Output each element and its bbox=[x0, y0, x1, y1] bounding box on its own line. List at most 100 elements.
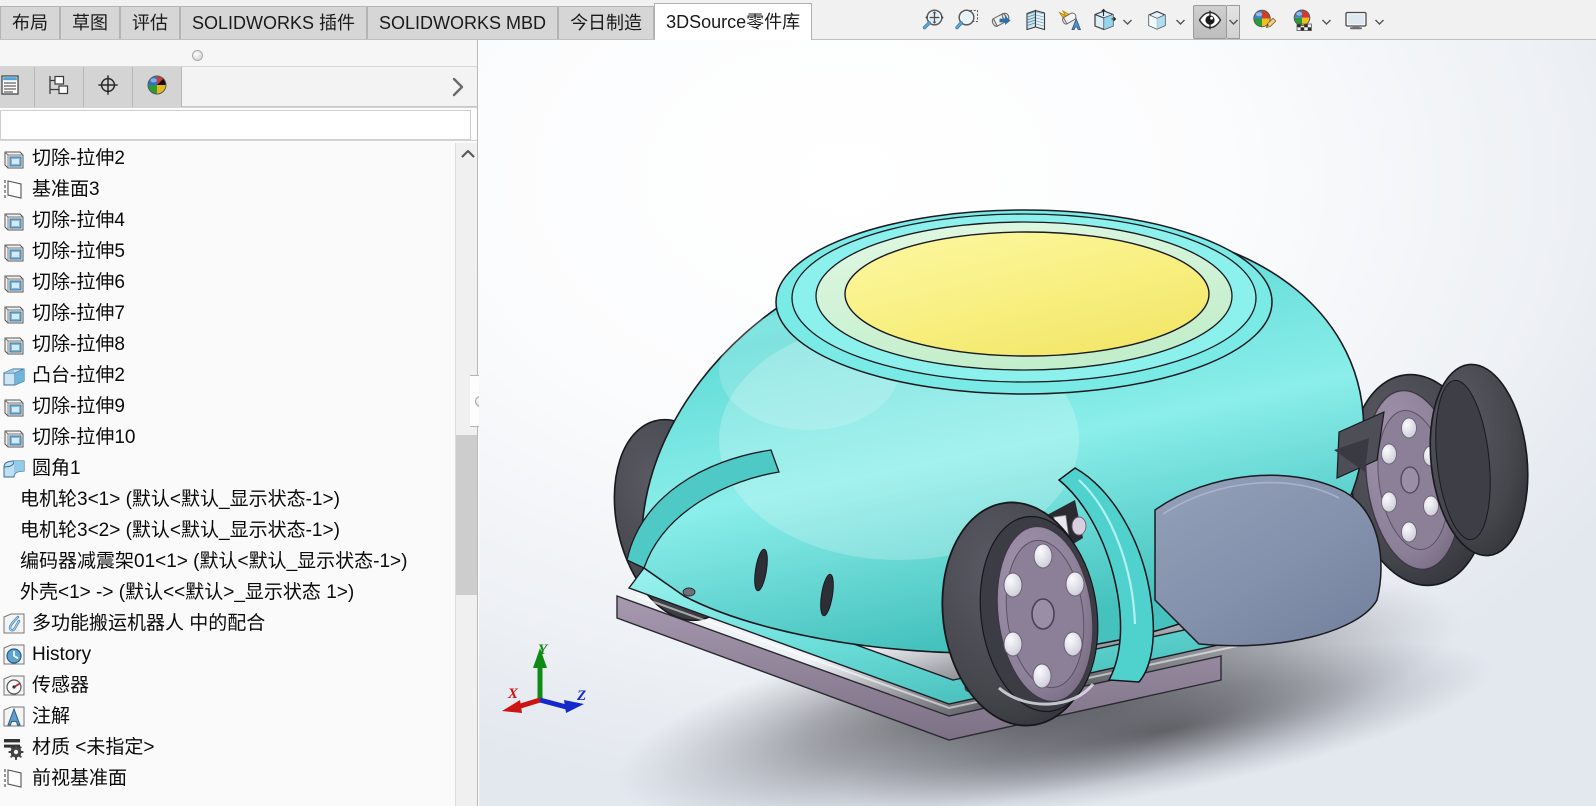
display-style-dropdown[interactable] bbox=[1174, 5, 1187, 39]
configuration-manager-icon bbox=[95, 72, 121, 103]
tree-item[interactable]: 基准面3 bbox=[0, 174, 455, 205]
tree-item[interactable]: 圆角1 bbox=[0, 453, 455, 484]
tree-item-label: 切除-拉伸10 bbox=[32, 426, 136, 448]
component-icon bbox=[0, 518, 16, 544]
tree-item[interactable]: 多功能搬运机器人 中的配合 bbox=[0, 608, 455, 639]
tree-item[interactable]: 切除-拉伸2 bbox=[0, 143, 455, 174]
feature-manager-tabstrip bbox=[0, 67, 477, 107]
hide-show-items-dropdown[interactable] bbox=[1227, 5, 1240, 39]
ribbon-tab-3[interactable]: SOLIDWORKS 插件 bbox=[180, 6, 368, 40]
tree-item[interactable]: 切除-拉伸8 bbox=[0, 329, 455, 360]
tree-item[interactable]: 切除-拉伸9 bbox=[0, 391, 455, 422]
ribbon-tab-1[interactable]: 草图 bbox=[60, 6, 120, 40]
ribbon-tab-bar: 布局 草图 评估 SOLIDWORKS 插件 SOLIDWORKS MBD 今日制造 3DS… bbox=[0, 0, 1596, 40]
component-icon bbox=[0, 487, 16, 513]
display-manager-tab[interactable] bbox=[133, 67, 182, 107]
section-view-button[interactable] bbox=[1019, 5, 1053, 39]
zoom-to-fit-button[interactable] bbox=[917, 5, 951, 39]
tree-item[interactable]: 切除-拉伸7 bbox=[0, 298, 455, 329]
tree-item[interactable]: 前视基准面 bbox=[0, 763, 455, 794]
tree-item[interactable]: 凸台-拉伸2 bbox=[0, 360, 455, 391]
tree-item[interactable]: 切除-拉伸4 bbox=[0, 205, 455, 236]
ribbon-tab-list: 布局 草图 评估 SOLIDWORKS 插件 SOLIDWORKS MBD 今日制造 3DS… bbox=[0, 3, 813, 40]
apply-scene-dropdown[interactable] bbox=[1320, 5, 1333, 39]
tree-item-label: 外壳<1> -> (默认<<默认>_显示状态 1>) bbox=[20, 581, 355, 603]
view-orientation-dropdown[interactable] bbox=[1121, 5, 1134, 39]
side-access-panel bbox=[1154, 474, 1382, 647]
zoom-to-area-button[interactable] bbox=[951, 5, 985, 39]
mates-icon bbox=[0, 611, 28, 637]
hide-show-items-button[interactable] bbox=[1193, 5, 1227, 39]
scrollbar-thumb[interactable] bbox=[456, 435, 477, 595]
view-orientation-button[interactable] bbox=[1087, 5, 1121, 39]
design-tree-tab[interactable] bbox=[0, 67, 35, 107]
configuration-manager-tab[interactable] bbox=[84, 67, 133, 107]
expand-panel-button[interactable] bbox=[450, 67, 466, 107]
view-orientation-icon bbox=[1091, 7, 1117, 38]
zoom-to-fit-icon bbox=[921, 7, 947, 38]
cut-extrude-icon bbox=[0, 394, 28, 420]
component-icon bbox=[0, 580, 16, 606]
feature-filter-row bbox=[0, 107, 477, 141]
tree-item-label: 切除-拉伸5 bbox=[32, 240, 125, 262]
tree-item[interactable]: 电机轮3<2> (默认<默认_显示状态-1>) bbox=[0, 515, 455, 546]
tree-item[interactable]: 切除-拉伸10 bbox=[0, 422, 455, 453]
tree-item[interactable]: 传感器 bbox=[0, 670, 455, 701]
property-manager-icon bbox=[46, 73, 72, 102]
ribbon-tab-2[interactable]: 评估 bbox=[120, 6, 180, 40]
material-icon bbox=[0, 735, 28, 761]
triad-x-label: X bbox=[507, 686, 519, 702]
hide-show-items-icon bbox=[1197, 7, 1223, 38]
cut-extrude-icon bbox=[0, 425, 28, 451]
tree-item-label: 前视基准面 bbox=[32, 767, 128, 789]
triad-y-label: Y bbox=[538, 642, 549, 658]
feature-manager-pin-row bbox=[0, 40, 477, 67]
feature-manager-tab-list bbox=[0, 67, 182, 107]
tree-item-label: 多功能搬运机器人 中的配合 bbox=[32, 612, 266, 634]
coordinate-triad: Y X Z bbox=[494, 638, 604, 718]
property-manager-tab[interactable] bbox=[35, 67, 84, 107]
display-style-icon bbox=[1144, 7, 1170, 38]
auto-hide-pin-icon[interactable] bbox=[192, 50, 203, 61]
apply-scene-icon bbox=[1290, 7, 1316, 38]
view-settings-icon bbox=[1343, 7, 1369, 38]
ribbon-tab-0[interactable]: 布局 bbox=[0, 6, 60, 40]
edit-appearance-button[interactable] bbox=[1246, 5, 1280, 39]
tree-item-label: 传感器 bbox=[32, 674, 90, 696]
cut-extrude-icon bbox=[0, 270, 28, 296]
boss-extrude-icon bbox=[0, 363, 28, 389]
tree-item-label: History bbox=[32, 643, 92, 665]
feature-tree-scrollbar[interactable] bbox=[455, 143, 477, 806]
tree-item[interactable]: 外壳<1> -> (默认<<默认>_显示状态 1>) bbox=[0, 577, 455, 608]
ribbon-tab-4[interactable]: SOLIDWORKS MBD bbox=[367, 6, 559, 40]
solidworks-window: 布局 草图 评估 SOLIDWORKS 插件 SOLIDWORKS MBD 今日制造 3DS… bbox=[0, 0, 1596, 806]
feature-manager-panel: 切除-拉伸2 基准面3 切除-拉伸4 切除-拉伸5 切除-拉伸6 切除-拉伸7 切除-拉伸8… bbox=[0, 40, 478, 806]
cut-extrude-icon bbox=[0, 332, 28, 358]
tree-item-label: 电机轮3<1> (默认<默认_显示状态-1>) bbox=[20, 488, 340, 510]
tree-item[interactable]: 切除-拉伸5 bbox=[0, 236, 455, 267]
plane-icon bbox=[0, 766, 28, 792]
feature-search-input[interactable] bbox=[0, 110, 471, 140]
display-style-button[interactable] bbox=[1140, 5, 1174, 39]
tree-item-label: 切除-拉伸7 bbox=[32, 302, 125, 324]
dynamic-annotation-button[interactable] bbox=[1053, 5, 1087, 39]
design-tree-icon bbox=[0, 73, 22, 102]
view-toolbar bbox=[917, 4, 1386, 40]
tree-item[interactable]: 切除-拉伸6 bbox=[0, 267, 455, 298]
tree-item[interactable]: 电机轮3<1> (默认<默认_显示状态-1>) bbox=[0, 484, 455, 515]
apply-scene-button[interactable] bbox=[1286, 5, 1320, 39]
tree-item-label: 切除-拉伸4 bbox=[32, 209, 125, 231]
tree-item[interactable]: 注解 bbox=[0, 701, 455, 732]
tree-item[interactable]: History bbox=[0, 639, 455, 670]
tree-item[interactable]: 材质 <未指定> bbox=[0, 732, 455, 763]
view-settings-button[interactable] bbox=[1339, 5, 1373, 39]
view-settings-dropdown[interactable] bbox=[1373, 5, 1386, 39]
scroll-up-button[interactable] bbox=[456, 143, 477, 165]
tree-item[interactable]: 编码器减震架01<1> (默认<默认_显示状态-1>) bbox=[0, 546, 455, 577]
tree-item-label: 切除-拉伸2 bbox=[32, 147, 125, 169]
previous-view-button[interactable] bbox=[985, 5, 1019, 39]
zoom-to-area-icon bbox=[955, 7, 981, 38]
ribbon-tab-5[interactable]: 今日制造 bbox=[558, 6, 655, 40]
graphics-area[interactable]: Y X Z bbox=[479, 40, 1596, 806]
ribbon-tab-6[interactable]: 3DSource零件库 bbox=[654, 3, 813, 40]
